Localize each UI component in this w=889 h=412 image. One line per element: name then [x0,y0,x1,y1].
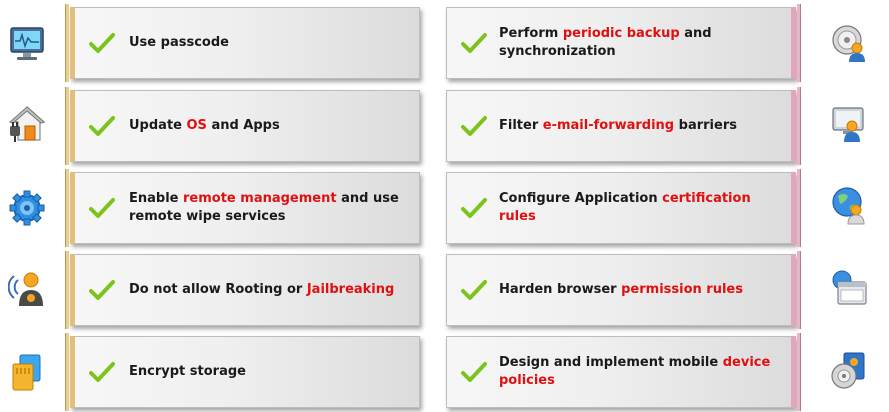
text-part: Filter [499,118,543,133]
check-icon [461,198,487,218]
left-item-text: Use passcode [129,8,409,78]
right-item-text: Perform periodic backup and synchronizat… [499,8,781,78]
gear-icon [9,190,45,226]
backup-user-icon [832,25,865,62]
right-card-0: Perform periodic backup and synchronizat… [446,4,801,82]
left-item-text: Encrypt storage [129,337,409,407]
text-part: Enable [129,191,184,206]
check-icon [461,116,487,136]
check-icon [89,198,115,218]
text-part: and Apps [206,118,280,133]
text-highlight: periodic backup [562,26,680,41]
right-card-1: Filter e-mail-forwarding barriers [446,87,801,165]
house-plug-icon [9,106,46,142]
policy-disc-icon [831,352,865,389]
user-signal-icon [8,272,43,306]
check-icon [89,116,115,136]
text-part: Encrypt storage [129,364,246,379]
left-card-4: Encrypt storage [65,333,420,411]
text-part: Update [129,118,187,133]
storage-icon [12,354,41,391]
right-item-text: Filter e-mail-forwarding barriers [499,91,781,161]
check-icon [89,362,115,382]
left-card-0: Use passcode [65,4,420,82]
left-item-text: Enable remote management and use remote … [129,173,409,243]
text-part: Harden browser [499,282,622,297]
check-icon [89,33,115,53]
globe-user-icon [832,187,865,225]
text-highlight: remote management [183,191,337,206]
check-icon [89,280,115,300]
text-part: Perform [499,26,563,41]
text-highlight: e-mail-forwarding [542,118,675,133]
monitor-icon [10,27,44,60]
text-highlight: OS [186,118,207,133]
check-icon [461,362,487,382]
text-part: Configure Application [499,191,663,206]
right-item-text: Design and implement mobile device polic… [499,337,781,407]
left-card-2: Enable remote management and use remote … [65,169,420,247]
right-item-text: Configure Application certification rule… [499,173,781,243]
left-item-text: Do not allow Rooting or Jailbreaking [129,255,409,325]
left-card-1: Update OS and Apps [65,87,420,165]
right-card-2: Configure Application certification rule… [446,169,801,247]
text-part: Design and implement mobile [499,355,723,370]
text-highlight: permission rules [621,282,743,297]
right-item-text: Harden browser permission rules [499,255,781,325]
check-icon [461,280,487,300]
right-card-4: Design and implement mobile device polic… [446,333,801,411]
left-card-3: Do not allow Rooting or Jailbreaking [65,251,420,329]
left-item-text: Update OS and Apps [129,91,409,161]
text-part: Do not allow Rooting or [129,282,307,297]
browser-window-icon [832,270,867,305]
text-part: barriers [674,118,737,133]
right-card-3: Harden browser permission rules [446,251,801,329]
check-icon [461,33,487,53]
text-highlight: Jailbreaking [306,282,395,297]
text-part: Use passcode [129,35,229,50]
computer-user-icon [832,107,864,142]
